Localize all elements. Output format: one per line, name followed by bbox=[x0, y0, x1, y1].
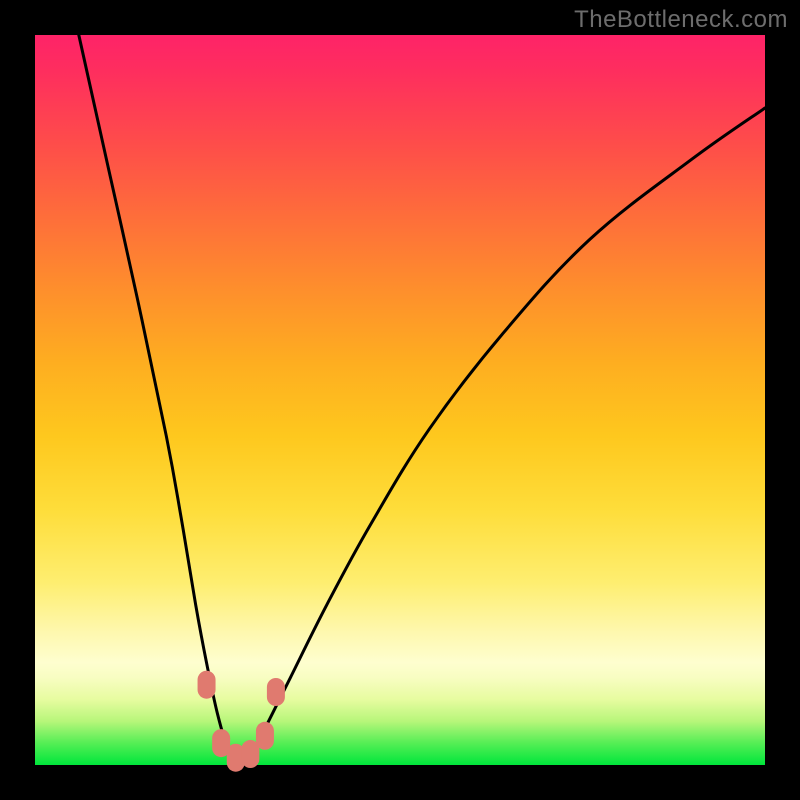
curve-left-branch bbox=[79, 35, 240, 765]
marker-point bbox=[267, 678, 285, 706]
chart-frame: TheBottleneck.com bbox=[0, 0, 800, 800]
plot-area bbox=[35, 35, 765, 765]
bottleneck-curve bbox=[79, 35, 765, 765]
curve-layer bbox=[35, 35, 765, 765]
marker-point bbox=[198, 671, 216, 699]
marker-point bbox=[256, 722, 274, 750]
curve-markers bbox=[198, 671, 285, 772]
watermark-text: TheBottleneck.com bbox=[574, 6, 788, 34]
curve-right-branch bbox=[239, 108, 765, 765]
